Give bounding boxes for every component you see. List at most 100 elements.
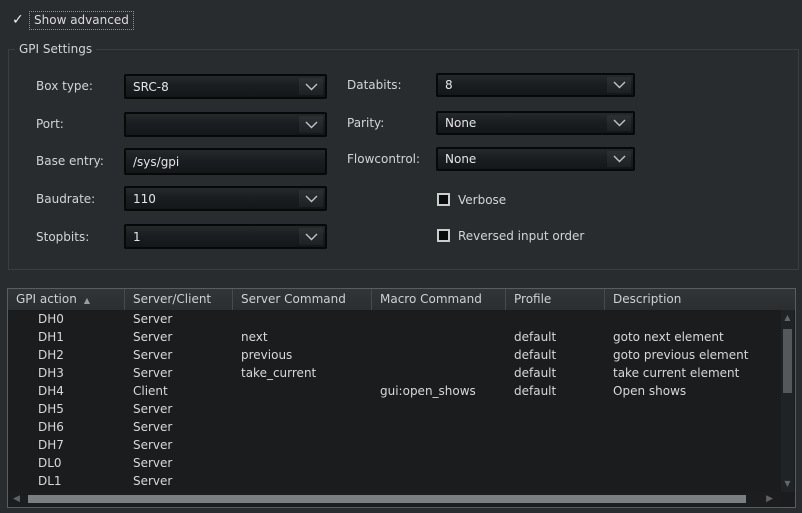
- groupbox-title: GPI Settings: [15, 42, 96, 56]
- table-row[interactable]: DH1Servernextdefaultgoto next element: [8, 328, 795, 346]
- table-cell: Client: [125, 382, 233, 400]
- scroll-up-icon[interactable]: ▲: [781, 312, 794, 324]
- base-entry-label: Base entry:: [36, 153, 104, 169]
- table-cell: [233, 454, 372, 472]
- column-header-server-command[interactable]: Server Command: [233, 289, 372, 310]
- parity-label: Parity:: [347, 115, 384, 131]
- table-cell: [605, 418, 795, 436]
- table-cell: goto previous element: [605, 346, 795, 364]
- table-row[interactable]: DH5Server: [8, 400, 795, 418]
- baudrate-select[interactable]: 110: [124, 186, 327, 211]
- table-cell: DH5: [8, 400, 125, 418]
- table-row[interactable]: DH3Servertake_currentdefaulttake current…: [8, 364, 795, 382]
- gpi-settings-panel: ✓ Show advanced GPI Settings Box type: P…: [0, 0, 802, 513]
- flowcontrol-select[interactable]: None: [436, 147, 635, 171]
- table-cell: Server: [125, 400, 233, 418]
- table-header: GPI action▲Server/ClientServer CommandMa…: [8, 289, 795, 310]
- box-type-select[interactable]: SRC-8: [124, 74, 327, 99]
- scroll-down-icon[interactable]: ▼: [781, 478, 794, 490]
- port-label: Port:: [36, 116, 64, 132]
- vertical-scrollbar[interactable]: ▲ ▼: [781, 310, 794, 492]
- horizontal-scrollbar-thumb[interactable]: [28, 495, 746, 503]
- table-cell: take_current: [233, 364, 372, 382]
- chevron-down-icon: [607, 115, 631, 131]
- show-advanced-checkbox[interactable]: Show advanced: [29, 11, 134, 30]
- table-cell: Open shows: [605, 382, 795, 400]
- table-cell: take current element: [605, 364, 795, 382]
- column-header-macro-command[interactable]: Macro Command: [372, 289, 506, 310]
- table-cell: [372, 364, 506, 382]
- box-type-label: Box type:: [36, 78, 93, 94]
- table-row[interactable]: DH0Server: [8, 310, 795, 328]
- flowcontrol-label: Flowcontrol:: [347, 151, 420, 167]
- table-cell: Server: [125, 454, 233, 472]
- table-cell: DL1: [8, 472, 125, 490]
- table-cell: Server: [125, 436, 233, 454]
- table-cell: [605, 454, 795, 472]
- table-row[interactable]: DH4Clientgui:open_showsdefaultOpen shows: [8, 382, 795, 400]
- table-cell: [506, 472, 605, 490]
- table-cell: [233, 382, 372, 400]
- column-header-server-client[interactable]: Server/Client: [125, 289, 233, 310]
- table-row[interactable]: DH2Serverpreviousdefaultgoto previous el…: [8, 346, 795, 364]
- table-cell: [506, 400, 605, 418]
- chevron-down-icon: [299, 190, 323, 207]
- chevron-down-icon: [299, 228, 323, 245]
- table-cell: default: [506, 346, 605, 364]
- vertical-scrollbar-thumb[interactable]: [783, 329, 792, 393]
- horizontal-scrollbar[interactable]: ◀ ▶: [8, 492, 781, 506]
- table-cell: [506, 310, 605, 328]
- table-cell: DH6: [8, 418, 125, 436]
- checkmark-icon: ✓: [12, 12, 24, 28]
- stopbits-label: Stopbits:: [36, 229, 89, 245]
- table-cell: DH4: [8, 382, 125, 400]
- column-header-profile[interactable]: Profile: [506, 289, 605, 310]
- parity-select[interactable]: None: [436, 111, 635, 135]
- table-cell: [506, 418, 605, 436]
- table-cell: [506, 436, 605, 454]
- table-cell: [506, 454, 605, 472]
- table-cell: [372, 472, 506, 490]
- table-cell: [372, 436, 506, 454]
- table-cell: [372, 454, 506, 472]
- reversed-input-order-checkbox[interactable]: [437, 229, 450, 242]
- scroll-left-icon[interactable]: ◀: [13, 492, 20, 506]
- table-cell: [233, 436, 372, 454]
- table-cell: DL0: [8, 454, 125, 472]
- table-cell: default: [506, 364, 605, 382]
- chevron-down-icon: [607, 151, 631, 167]
- table-cell: DH2: [8, 346, 125, 364]
- table-cell: default: [506, 382, 605, 400]
- table-cell: [605, 472, 795, 490]
- port-select[interactable]: [124, 112, 327, 137]
- scroll-right-icon[interactable]: ▶: [766, 492, 773, 506]
- databits-select[interactable]: 8: [436, 73, 635, 97]
- verbose-checkbox[interactable]: [437, 193, 450, 206]
- table-row[interactable]: DL1Server: [8, 472, 795, 490]
- gpi-actions-table: GPI action▲Server/ClientServer CommandMa…: [7, 288, 796, 508]
- table-cell: [372, 418, 506, 436]
- table-cell: Server: [125, 346, 233, 364]
- table-cell: DH1: [8, 328, 125, 346]
- reversed-input-order-label: Reversed input order: [458, 228, 584, 244]
- table-row[interactable]: DH6Server: [8, 418, 795, 436]
- table-cell: [233, 400, 372, 418]
- column-header-description[interactable]: Description: [605, 289, 795, 310]
- chevron-down-icon: [299, 78, 323, 95]
- table-cell: [605, 310, 795, 328]
- sort-asc-icon: ▲: [84, 296, 90, 305]
- column-header-gpi-action[interactable]: GPI action▲: [8, 289, 125, 310]
- table-cell: [372, 346, 506, 364]
- table-cell: [233, 472, 372, 490]
- stopbits-select[interactable]: 1: [124, 224, 327, 249]
- table-cell: Server: [125, 364, 233, 382]
- table-row[interactable]: DH7Server: [8, 436, 795, 454]
- table-row[interactable]: DL0Server: [8, 454, 795, 472]
- table-cell: [605, 400, 795, 418]
- table-cell: DH7: [8, 436, 125, 454]
- table-cell: Server: [125, 472, 233, 490]
- table-cell: Server: [125, 310, 233, 328]
- table-cell: default: [506, 328, 605, 346]
- verbose-label: Verbose: [458, 192, 506, 208]
- base-entry-input[interactable]: [124, 148, 327, 175]
